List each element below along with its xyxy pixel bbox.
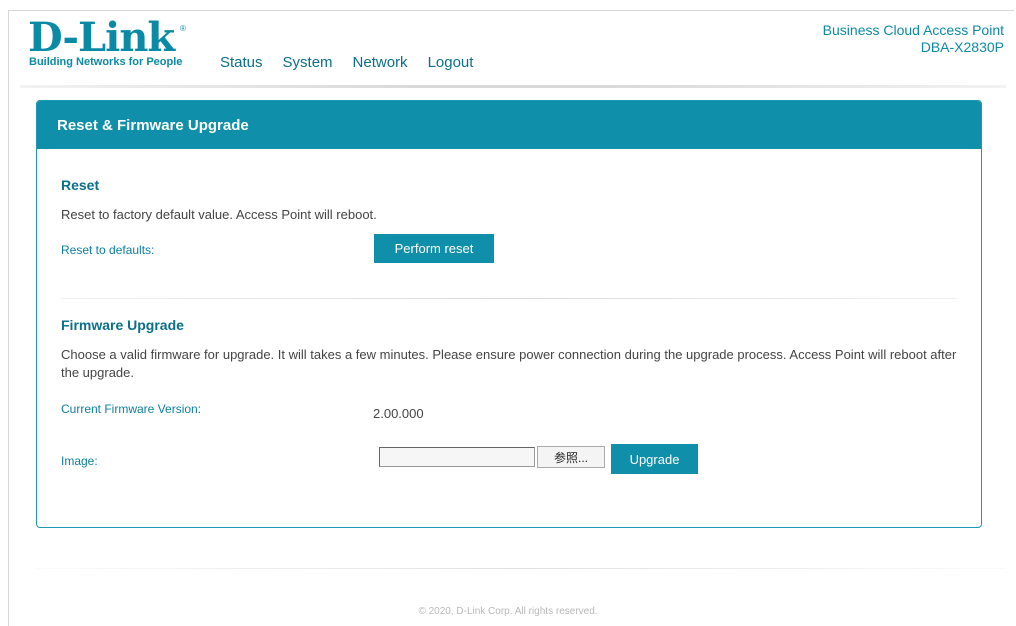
firmware-description: Choose a valid firmware for upgrade. It … <box>61 347 957 380</box>
firmware-section-title: Firmware Upgrade <box>61 317 184 333</box>
section-divider <box>61 298 957 299</box>
panel-header: Reset & Firmware Upgrade <box>37 101 981 149</box>
upgrade-button[interactable]: Upgrade <box>611 444 698 474</box>
logo-registered-mark: ® <box>180 24 186 33</box>
reset-upgrade-panel: Reset & Firmware Upgrade Reset Reset to … <box>36 100 982 528</box>
browse-button[interactable]: 参照... <box>537 446 605 468</box>
product-model: DBA-X2830P <box>920 39 1004 55</box>
header-divider <box>20 85 1006 88</box>
current-firmware-version-value: 2.00.000 <box>373 406 424 421</box>
image-label: Image: <box>61 454 98 468</box>
reset-description: Reset to factory default value. Access P… <box>61 207 377 222</box>
nav-item-system[interactable]: System <box>283 54 333 72</box>
logo-tagline: Building Networks for People <box>29 56 183 68</box>
firmware-file-input[interactable] <box>379 447 535 467</box>
panel-title: Reset & Firmware Upgrade <box>57 116 249 134</box>
nav-item-network[interactable]: Network <box>353 54 408 72</box>
nav-item-logout[interactable]: Logout <box>428 54 474 72</box>
product-name: Business Cloud Access Point DBA-X2830P <box>823 22 1004 56</box>
logo-text: D-Link <box>28 14 175 61</box>
nav-item-status[interactable]: Status <box>220 54 263 72</box>
footer-divider <box>36 568 1006 569</box>
reset-section-title: Reset <box>61 177 100 193</box>
reset-to-defaults-label: Reset to defaults: <box>61 243 155 257</box>
top-nav: Status System Network Logout <box>220 54 493 72</box>
dlink-logo: D-Link ® Building Networks for People <box>28 16 188 74</box>
current-firmware-version-label: Current Firmware Version: <box>61 402 202 416</box>
product-line: Business Cloud Access Point <box>822 22 1004 38</box>
perform-reset-button[interactable]: Perform reset <box>374 234 494 263</box>
footer-copyright: © 2020, D-Link Corp. All rights reserved… <box>418 606 598 617</box>
